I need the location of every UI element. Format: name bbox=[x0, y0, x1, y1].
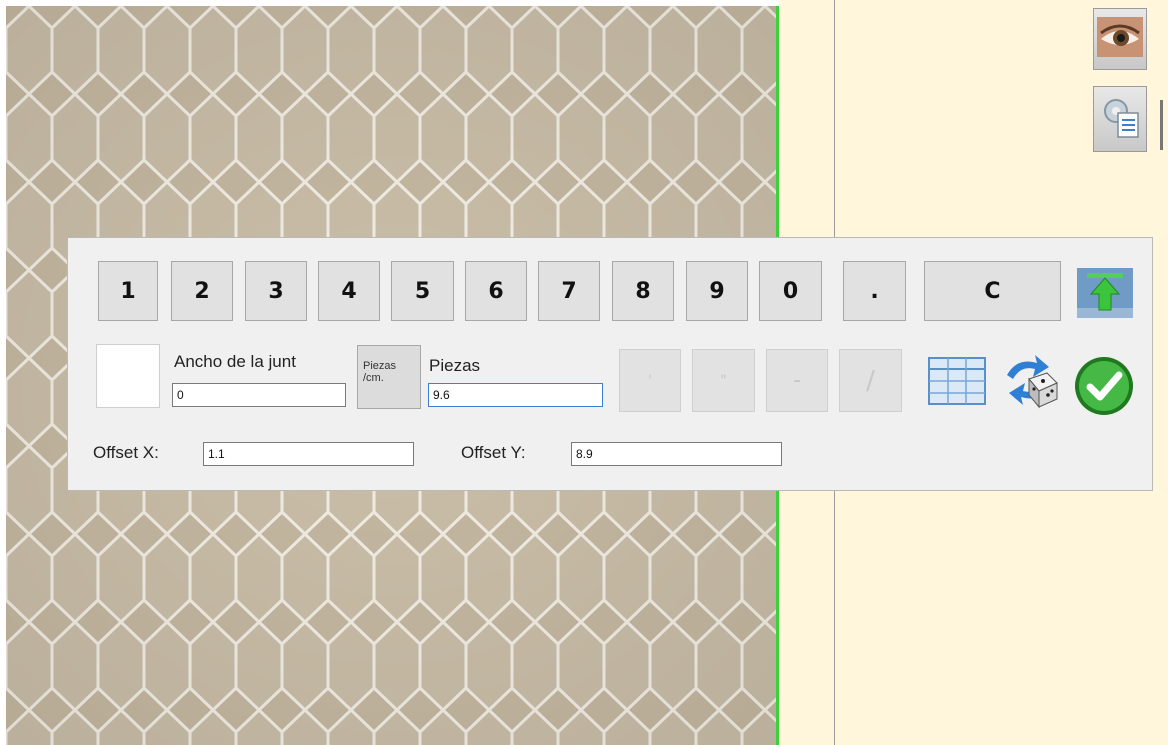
pieces-label: Piezas bbox=[429, 356, 481, 375]
grid-icon bbox=[926, 357, 988, 411]
key-dash[interactable]: - bbox=[766, 349, 828, 412]
checkmark-icon bbox=[1072, 357, 1136, 421]
key-3[interactable]: 3 bbox=[245, 261, 307, 321]
joint-width-input[interactable]: 0 bbox=[172, 383, 346, 407]
eye-icon bbox=[1097, 16, 1143, 62]
key-7[interactable]: 7 bbox=[538, 261, 600, 321]
key-4[interactable]: 4 bbox=[318, 261, 380, 321]
key-1[interactable]: 1 bbox=[98, 261, 158, 321]
unit-line1: Piezas bbox=[363, 360, 397, 372]
key-dot[interactable]: . bbox=[843, 261, 906, 321]
pieces-input[interactable]: 9.6 bbox=[428, 383, 603, 407]
key-8[interactable]: 8 bbox=[612, 261, 674, 321]
upload-arrow-icon bbox=[1077, 268, 1133, 322]
unit-line2: /cm. bbox=[363, 372, 384, 384]
numeric-entry-panel: 1 2 3 4 5 6 7 8 9 0 . C Ancho de la junt… bbox=[67, 237, 1153, 491]
joint-width-label: Ancho de la junt bbox=[174, 352, 296, 371]
offset-y-label: Offset Y: bbox=[461, 443, 526, 462]
key-9[interactable]: 9 bbox=[686, 261, 748, 321]
grid-button[interactable] bbox=[926, 355, 988, 412]
key-2[interactable]: 2 bbox=[171, 261, 233, 321]
random-dice-icon bbox=[999, 355, 1061, 415]
pieces-per-cm-button[interactable]: Piezas /cm. bbox=[357, 345, 421, 409]
color-swatch[interactable] bbox=[96, 344, 160, 408]
key-6[interactable]: 6 bbox=[465, 261, 527, 321]
upload-button[interactable] bbox=[1077, 268, 1133, 323]
offset-x-label: Offset X: bbox=[93, 443, 159, 462]
key-inches[interactable]: " bbox=[692, 349, 755, 412]
scrollbar[interactable] bbox=[1160, 100, 1163, 150]
key-5[interactable]: 5 bbox=[391, 261, 454, 321]
offset-x-input[interactable]: 1.1 bbox=[203, 442, 414, 466]
key-0[interactable]: 0 bbox=[759, 261, 822, 321]
confirm-button[interactable] bbox=[1072, 355, 1136, 422]
random-button[interactable] bbox=[999, 351, 1061, 416]
settings-button[interactable] bbox=[1093, 86, 1147, 152]
clear-button[interactable]: C bbox=[924, 261, 1061, 321]
eye-view-button[interactable] bbox=[1093, 8, 1147, 70]
key-feet[interactable]: ' bbox=[619, 349, 681, 412]
key-slash[interactable]: / bbox=[839, 349, 902, 412]
settings-list-icon bbox=[1098, 95, 1142, 144]
offset-y-input[interactable]: 8.9 bbox=[571, 442, 782, 466]
